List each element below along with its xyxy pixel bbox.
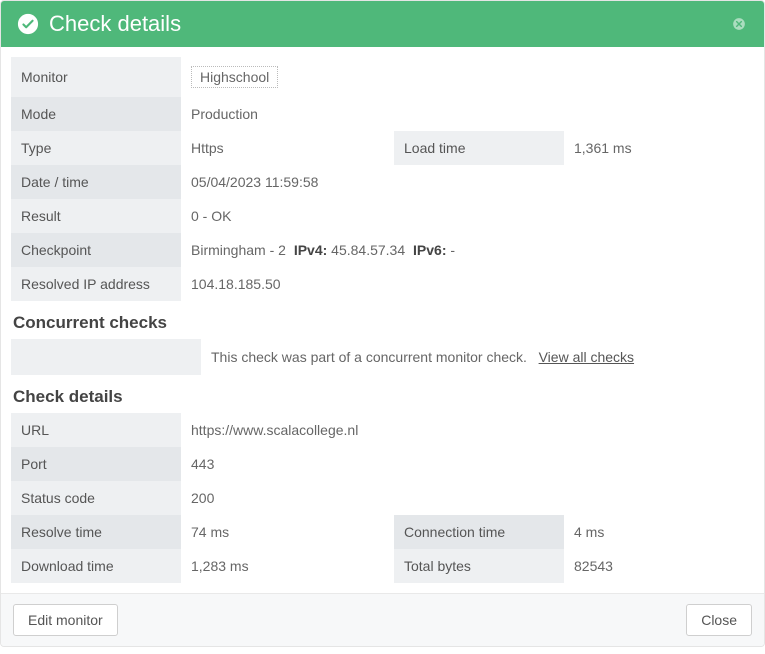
datetime-label: Date / time xyxy=(11,165,181,199)
url-value: https://www.scalacollege.nl xyxy=(181,413,754,447)
check-details-dialog: Check details Monitor Highschool Mode Pr… xyxy=(0,0,765,647)
ipv6-label: IPv6: xyxy=(413,242,446,258)
port-label: Port xyxy=(11,447,181,481)
ipv6-value: - xyxy=(450,242,455,258)
concurrent-title: Concurrent checks xyxy=(11,301,754,339)
ipv4-value: 45.84.57.34 xyxy=(331,242,405,258)
result-label: Result xyxy=(11,199,181,233)
checkpoint-location: Birmingham - 2 xyxy=(191,242,286,258)
concurrent-row: This check was part of a concurrent moni… xyxy=(11,339,754,375)
statuscode-value: 200 xyxy=(181,481,754,515)
close-button[interactable]: Close xyxy=(686,604,752,636)
loadtime-label: Load time xyxy=(394,131,564,165)
dltime-label: Download time xyxy=(11,549,181,583)
statuscode-label: Status code xyxy=(11,481,181,515)
edit-monitor-button[interactable]: Edit monitor xyxy=(13,604,118,636)
check-details-table: URL https://www.scalacollege.nl Port 443… xyxy=(11,413,754,583)
ipv4-label: IPv4: xyxy=(294,242,327,258)
summary-table: Monitor Highschool Mode Production Type … xyxy=(11,57,754,301)
url-label: URL xyxy=(11,413,181,447)
resolvedip-label: Resolved IP address xyxy=(11,267,181,301)
result-value: 0 - OK xyxy=(181,199,754,233)
conntime-value: 4 ms xyxy=(564,515,754,549)
totalbytes-label: Total bytes xyxy=(394,549,564,583)
totalbytes-value: 82543 xyxy=(564,549,754,583)
view-all-checks-link[interactable]: View all checks xyxy=(539,349,634,365)
dialog-footer: Edit monitor Close xyxy=(1,593,764,646)
resolvetime-value: 74 ms xyxy=(181,515,394,549)
mode-value: Production xyxy=(181,97,754,131)
concurrent-text: This check was part of a concurrent moni… xyxy=(211,349,527,365)
monitor-label: Monitor xyxy=(11,57,181,97)
concurrent-spacer xyxy=(11,339,201,375)
monitor-chip[interactable]: Highschool xyxy=(191,66,278,88)
close-icon[interactable] xyxy=(730,15,748,33)
loadtime-value: 1,361 ms xyxy=(564,131,754,165)
dialog-title: Check details xyxy=(49,11,720,37)
resolvedip-value: 104.18.185.50 xyxy=(181,267,754,301)
port-value: 443 xyxy=(181,447,754,481)
type-label: Type xyxy=(11,131,181,165)
check-circle-icon xyxy=(17,13,39,35)
conntime-label: Connection time xyxy=(394,515,564,549)
type-value: Https xyxy=(181,131,394,165)
resolvetime-label: Resolve time xyxy=(11,515,181,549)
check-details-title: Check details xyxy=(11,375,754,413)
datetime-value: 05/04/2023 11:59:58 xyxy=(181,165,754,199)
mode-label: Mode xyxy=(11,97,181,131)
dialog-body: Monitor Highschool Mode Production Type … xyxy=(1,57,764,593)
dltime-value: 1,283 ms xyxy=(181,549,394,583)
checkpoint-label: Checkpoint xyxy=(11,233,181,267)
checkpoint-value: Birmingham - 2 IPv4: 45.84.57.34 IPv6: - xyxy=(181,233,754,267)
dialog-header: Check details xyxy=(1,1,764,47)
